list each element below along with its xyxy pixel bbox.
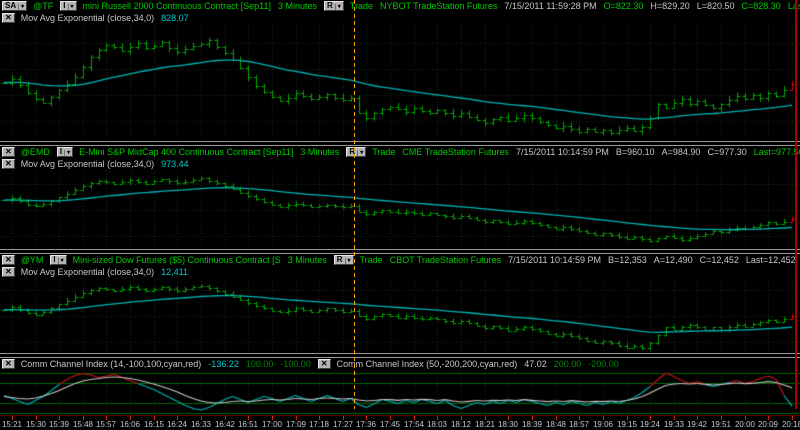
route-dropdown-button[interactable]: R ▾ — [324, 1, 344, 11]
interval: 3 Minutes — [287, 255, 327, 265]
timestamp: 7/15/2011 10:14:59 PM — [508, 255, 601, 265]
exchange: CME TradeStation Futures — [402, 147, 509, 157]
chevron-down-icon: ▾ — [357, 150, 364, 156]
chevron-down-icon: ▾ — [334, 4, 341, 10]
last-value: Last=977.50 — [753, 147, 800, 157]
cci50-upper: 200.00 — [553, 359, 582, 369]
close-value: C=12,452 — [699, 255, 739, 265]
indicator-header-emd: ✕ Mov Avg Exponential (close,34,0) 973.44 — [0, 158, 800, 170]
cci14-lower: -100.00 — [280, 359, 311, 369]
close-indicator-button[interactable]: ✕ — [2, 159, 15, 169]
symbol: @EMD — [20, 147, 50, 157]
indicator-header-ym: ✕ Mov Avg Exponential (close,34,0) 12,411 — [0, 266, 800, 278]
trade-label: Trade — [359, 255, 383, 265]
session-break-line — [354, 0, 355, 409]
indicator-value: 828.07 — [161, 13, 189, 23]
contract-description: Mini-sized Dow Futures ($5) Continuous C… — [72, 255, 281, 265]
indicator-value: 12,411 — [161, 267, 188, 277]
cci14-upper: 100.00 — [245, 359, 274, 369]
chart-panel-emd: ✕ @EMD I ▾ E-Mini S&P MidCap 400 Continuous … — [0, 146, 800, 249]
last-value: Last=12,452 — [745, 255, 796, 265]
chevron-down-icon: ▾ — [344, 258, 351, 264]
cci-header: ✕ Comm Channel Index (14,-100,100,cyan,re… — [0, 358, 800, 370]
cci-panel: ✕ Comm Channel Index (14,-100,100,cyan,re… — [0, 358, 800, 415]
route-dropdown-button[interactable]: R ▾ — [333, 255, 354, 265]
interval-dropdown-button[interactable]: I ▾ — [50, 255, 67, 265]
close-value: C=977.30 — [707, 147, 747, 157]
indicator-label: Mov Avg Exponential (close,34,0) — [20, 267, 155, 277]
tradestation-chart-window: SA ▾ @TF I ▾ mini Russell 2000 Continuous Con… — [0, 0, 800, 429]
chevron-down-icon: ▾ — [57, 258, 64, 264]
cci50-value: 47.02 — [524, 359, 547, 369]
current-bar-marker-line — [795, 0, 797, 409]
chevron-down-icon: ▾ — [18, 4, 25, 10]
panel-header-emd: ✕ @EMD I ▾ E-Mini S&P MidCap 400 Continuous … — [0, 146, 800, 158]
cci-chart-canvas[interactable] — [0, 370, 800, 415]
indicator-value: 973.44 — [161, 159, 189, 169]
exchange: NYBOT TradeStation Futures — [379, 1, 498, 11]
time-axis-label: 20:18 — [781, 420, 800, 429]
price-chart-canvas-tf[interactable] — [0, 24, 800, 141]
interval: 3 Minutes — [300, 147, 340, 157]
chevron-down-icon: ▾ — [64, 150, 71, 156]
bid-value: B=960.10 — [615, 147, 655, 157]
trade-label: Trade — [372, 147, 396, 157]
last-value: Last=828.50 — [787, 1, 800, 11]
chart-panel-tf: SA ▾ @TF I ▾ mini Russell 2000 Continuous Con… — [0, 0, 800, 141]
indicator-label: Mov Avg Exponential (close,34,0) — [20, 13, 155, 23]
symbol: @YM — [20, 255, 44, 265]
cci50-lower: -200.00 — [588, 359, 619, 369]
price-chart-canvas-ym[interactable] — [0, 278, 800, 353]
close-indicator-button[interactable]: ✕ — [2, 359, 15, 369]
close-indicator-button[interactable]: ✕ — [2, 267, 15, 277]
exchange: CBOT TradeStation Futures — [389, 255, 502, 265]
cci50-label: Comm Channel Index (50,-200,200,cyan,red… — [336, 359, 518, 369]
close-indicator-button[interactable]: ✕ — [317, 359, 331, 369]
symbol: @TF — [33, 1, 54, 11]
timestamp: 7/15/2011 11:59:28 PM — [504, 1, 597, 11]
chevron-down-icon: ▾ — [67, 4, 74, 10]
low-value: L=820.50 — [696, 1, 735, 11]
interval-dropdown-button[interactable]: I ▾ — [56, 147, 74, 157]
cci14-value: -136.22 — [208, 359, 239, 369]
close-value: C=828.30 — [741, 1, 781, 11]
style-dropdown-button[interactable]: SA ▾ — [2, 1, 28, 11]
timestamp: 7/15/2011 10:14:59 PM — [515, 147, 609, 157]
contract-description: mini Russell 2000 Continuous Contract [S… — [82, 1, 271, 11]
open-value: O=822.30 — [603, 1, 644, 11]
indicator-label: Mov Avg Exponential (close,34,0) — [20, 159, 155, 169]
close-panel-button[interactable]: ✕ — [2, 147, 15, 157]
route-dropdown-button[interactable]: R ▾ — [346, 147, 367, 157]
high-value: H=829.20 — [650, 1, 690, 11]
interval-dropdown-button[interactable]: I ▾ — [60, 1, 77, 11]
contract-description: E-Mini S&P MidCap 400 Continuous Contrac… — [79, 147, 294, 157]
close-indicator-button[interactable]: ✕ — [2, 13, 15, 23]
interval: 3 Minutes — [277, 1, 317, 11]
ask-value: A=984.90 — [661, 147, 701, 157]
indicator-header-tf: ✕ Mov Avg Exponential (close,34,0) 828.07 — [0, 12, 800, 24]
price-chart-canvas-emd[interactable] — [0, 170, 800, 249]
panel-header-tf: SA ▾ @TF I ▾ mini Russell 2000 Continuous Con… — [0, 0, 800, 12]
panel-header-ym: ✕ @YM I ▾ Mini-sized Dow Futures ($5) Contin… — [0, 254, 800, 266]
close-panel-button[interactable]: ✕ — [2, 255, 15, 265]
cci14-label: Comm Channel Index (14,-100,100,cyan,red… — [20, 359, 202, 369]
bid-value: B=12,353 — [608, 255, 647, 265]
ask-value: A=12,490 — [653, 255, 693, 265]
chart-panel-ym: ✕ @YM I ▾ Mini-sized Dow Futures ($5) Contin… — [0, 254, 800, 353]
